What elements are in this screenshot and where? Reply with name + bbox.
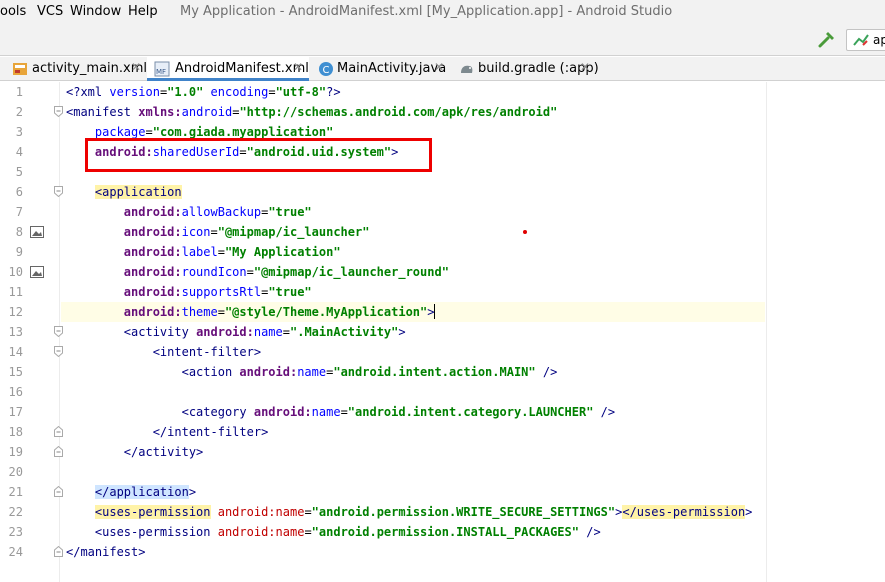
- line-number: 24: [8, 545, 23, 559]
- code-line-10[interactable]: android:roundIcon="@mipmap/ic_launcher_r…: [66, 262, 449, 282]
- close-icon[interactable]: ✕: [293, 60, 303, 74]
- hammer-icon[interactable]: [818, 32, 836, 48]
- fold-marker-icon[interactable]: [54, 486, 63, 497]
- xml-layout-icon: [13, 63, 27, 75]
- fold-marker-icon[interactable]: [54, 346, 63, 357]
- main-toolbar: ap: [0, 24, 885, 56]
- line-number: 12: [8, 305, 23, 319]
- editor-gutter[interactable]: 1 2 3 4 5 6 7 8 9 10 11 12 13 14 15 16 1…: [0, 82, 63, 582]
- line-number: 9: [15, 245, 23, 259]
- code-line-2[interactable]: <manifest xmlns:android="http://schemas.…: [66, 102, 557, 122]
- fold-marker-icon[interactable]: [54, 326, 63, 337]
- code-line-21[interactable]: </application>: [66, 482, 196, 502]
- menu-tools[interactable]: ools: [0, 4, 26, 19]
- tab-label: MainActivity.java: [337, 61, 447, 76]
- menu-help[interactable]: Help: [128, 4, 158, 19]
- line-number: 22: [8, 505, 23, 519]
- svg-text:C: C: [323, 65, 330, 76]
- code-line-22[interactable]: <uses-permission android:name="android.p…: [66, 502, 752, 522]
- fold-marker-icon[interactable]: [54, 546, 63, 557]
- tab-build-gradle[interactable]: build.gradle (:app) ✕: [451, 57, 601, 81]
- line-number: 19: [8, 445, 23, 459]
- fold-marker-icon[interactable]: [54, 426, 63, 437]
- line-number: 15: [8, 365, 23, 379]
- code-line-13[interactable]: <activity android:name=".MainActivity">: [66, 322, 406, 342]
- line-number: 20: [8, 465, 23, 479]
- code-line-18[interactable]: </intent-filter>: [66, 422, 269, 442]
- android-app-icon: [853, 34, 869, 46]
- tab-label: AndroidManifest.xml: [175, 61, 309, 76]
- code-line-11[interactable]: android:supportsRtl="true": [66, 282, 312, 302]
- code-line-15[interactable]: <action android:name="android.intent.act…: [66, 362, 558, 382]
- window-title: My Application - AndroidManifest.xml [My…: [180, 4, 673, 19]
- text-caret: [434, 304, 436, 319]
- code-line-8[interactable]: android:icon="@mipmap/ic_launcher": [66, 222, 370, 242]
- line-number: 8: [15, 225, 23, 239]
- line-number: 4: [15, 145, 23, 159]
- code-editor[interactable]: 1 2 3 4 5 6 7 8 9 10 11 12 13 14 15 16 1…: [0, 82, 885, 582]
- tab-android-manifest[interactable]: MF AndroidManifest.xml ✕: [147, 57, 309, 81]
- menu-window[interactable]: Window: [70, 4, 121, 19]
- right-margin-guide: [766, 82, 767, 582]
- tab-activity-main[interactable]: activity_main.xml ✕: [0, 57, 148, 81]
- line-number: 13: [8, 325, 23, 339]
- fold-marker-icon[interactable]: [54, 446, 63, 457]
- line-number: 3: [15, 125, 23, 139]
- image-icon[interactable]: [30, 226, 44, 238]
- gradle-icon: [461, 65, 473, 73]
- manifest-icon: MF: [154, 61, 170, 77]
- run-configuration-label: ap: [873, 33, 885, 47]
- code-line-17[interactable]: <category android:name="android.intent.c…: [66, 402, 616, 422]
- close-icon[interactable]: ✕: [131, 60, 141, 74]
- code-line-1[interactable]: <?xml version="1.0" encoding="utf-8"?>: [66, 82, 341, 102]
- close-icon[interactable]: ✕: [434, 60, 444, 74]
- line-number: 11: [8, 285, 23, 299]
- highlight-annotation-box: [85, 138, 432, 172]
- line-number: 1: [15, 85, 23, 99]
- code-line-19[interactable]: </activity>: [66, 442, 203, 462]
- code-line-12[interactable]: android:theme="@style/Theme.MyApplicatio…: [61, 302, 765, 322]
- line-number: 2: [15, 105, 23, 119]
- editor-tabs: activity_main.xml ✕ MF AndroidManifest.x…: [0, 57, 885, 81]
- line-number: 23: [8, 525, 23, 539]
- image-icon[interactable]: [30, 266, 44, 278]
- fold-marker-icon[interactable]: [54, 186, 63, 197]
- line-number: 17: [8, 405, 23, 419]
- line-number: 18: [8, 425, 23, 439]
- line-number: 21: [8, 485, 23, 499]
- line-number: 14: [8, 345, 23, 359]
- code-line-9[interactable]: android:label="My Application": [66, 242, 341, 262]
- code-line-7[interactable]: android:allowBackup="true": [66, 202, 312, 222]
- code-line-23[interactable]: <uses-permission android:name="android.p…: [66, 522, 601, 542]
- line-number: 7: [15, 205, 23, 219]
- menu-vcs[interactable]: VCS: [37, 4, 63, 19]
- annotation-dot: [523, 230, 527, 234]
- code-line-24[interactable]: </manifest>: [66, 542, 145, 562]
- java-class-icon: C: [319, 62, 333, 76]
- tab-label: activity_main.xml: [32, 61, 148, 76]
- line-number: 16: [8, 385, 23, 399]
- line-number: 5: [15, 165, 23, 179]
- run-configuration-dropdown[interactable]: ap: [846, 29, 885, 51]
- tab-main-activity[interactable]: C MainActivity.java ✕: [311, 57, 449, 81]
- line-number: 6: [15, 185, 23, 199]
- svg-text:MF: MF: [156, 68, 166, 76]
- fold-marker-icon[interactable]: [54, 106, 63, 117]
- menu-bar: ools VCS Window Help My Application - An…: [0, 0, 885, 24]
- code-line-6[interactable]: <application: [66, 182, 182, 202]
- close-icon[interactable]: ✕: [580, 60, 590, 74]
- line-number: 10: [8, 265, 23, 279]
- code-line-14[interactable]: <intent-filter>: [66, 342, 261, 362]
